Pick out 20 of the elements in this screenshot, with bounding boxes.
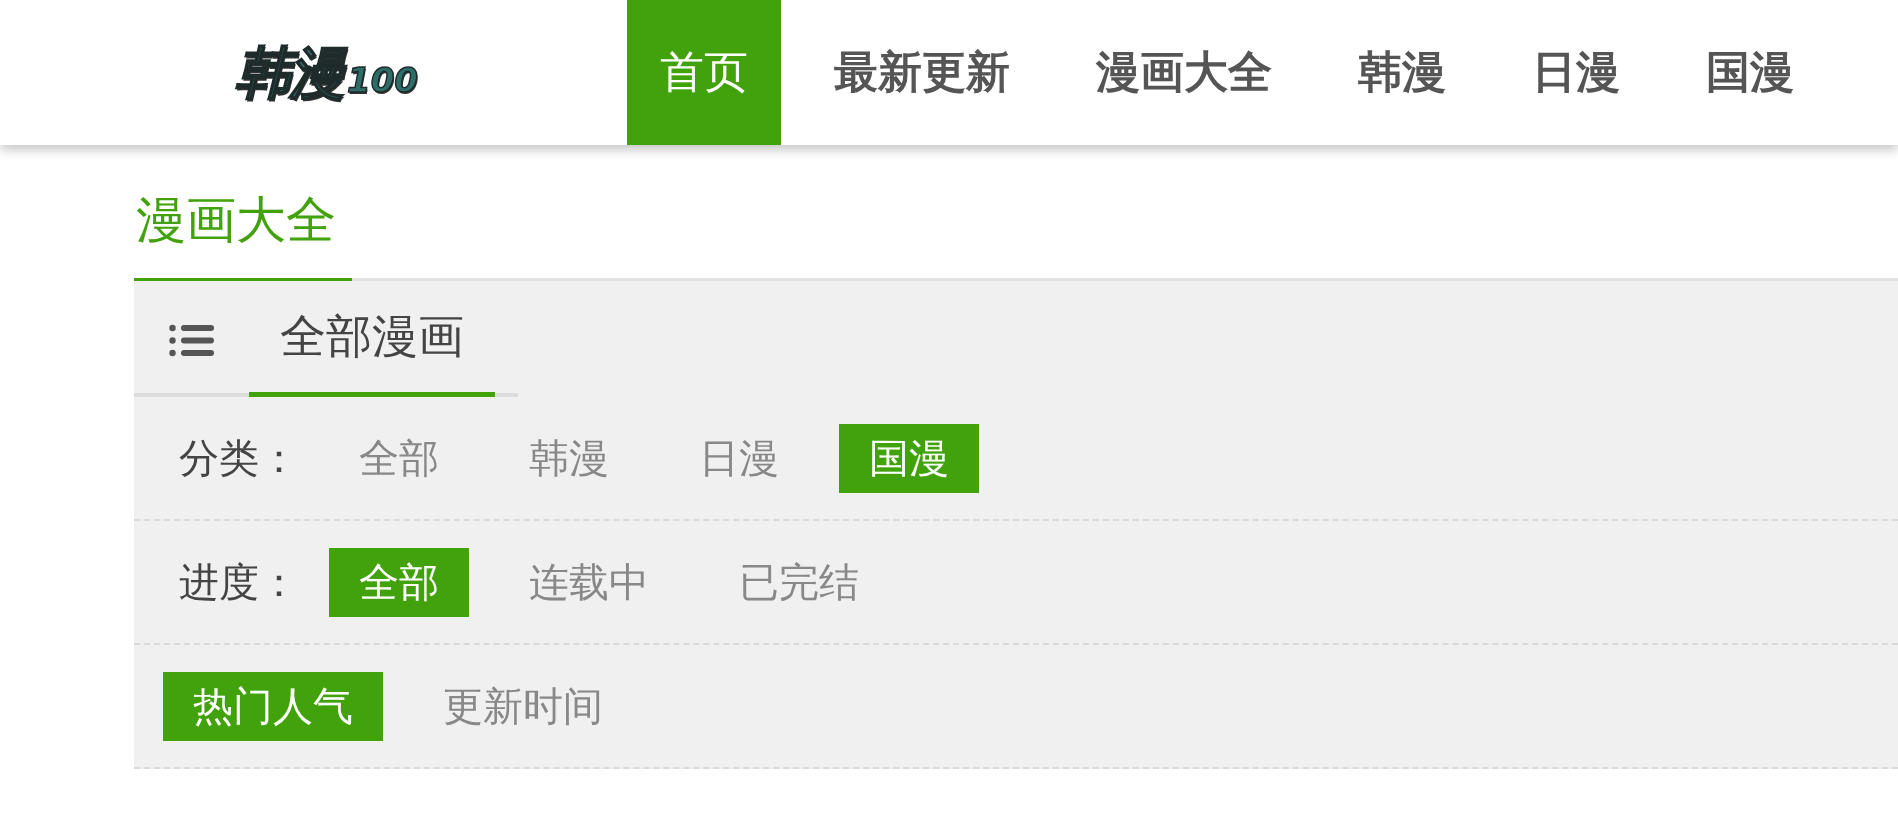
filter-option[interactable]: 全部 [329, 547, 469, 617]
category-tab[interactable]: 全部漫画 [249, 281, 495, 397]
nav-link[interactable]: 最新更新 [801, 0, 1043, 145]
filter-option[interactable]: 全部 [329, 423, 469, 493]
filter-option[interactable]: 热门人气 [163, 671, 383, 741]
nav-link[interactable]: 国漫 [1673, 0, 1827, 145]
site-logo[interactable]: 韩漫100 [235, 41, 418, 104]
filter-label: 分类： [178, 438, 299, 478]
nav-link[interactable]: 日漫 [1499, 0, 1653, 145]
nav-link[interactable]: 首页 [627, 0, 781, 145]
filter-option[interactable]: 日漫 [669, 423, 809, 493]
filter-label: 进度： [178, 562, 299, 602]
filter-option[interactable]: 国漫 [839, 423, 979, 493]
list-icon[interactable] [169, 323, 214, 357]
filter-option[interactable]: 韩漫 [499, 423, 639, 493]
filter-option[interactable]: 已完结 [709, 547, 889, 617]
nav-link[interactable]: 漫画大全 [1063, 0, 1305, 145]
nav-link[interactable]: 韩漫 [1325, 0, 1479, 145]
filter-option[interactable]: 连载中 [499, 547, 679, 617]
filter-option[interactable]: 更新时间 [413, 671, 633, 741]
